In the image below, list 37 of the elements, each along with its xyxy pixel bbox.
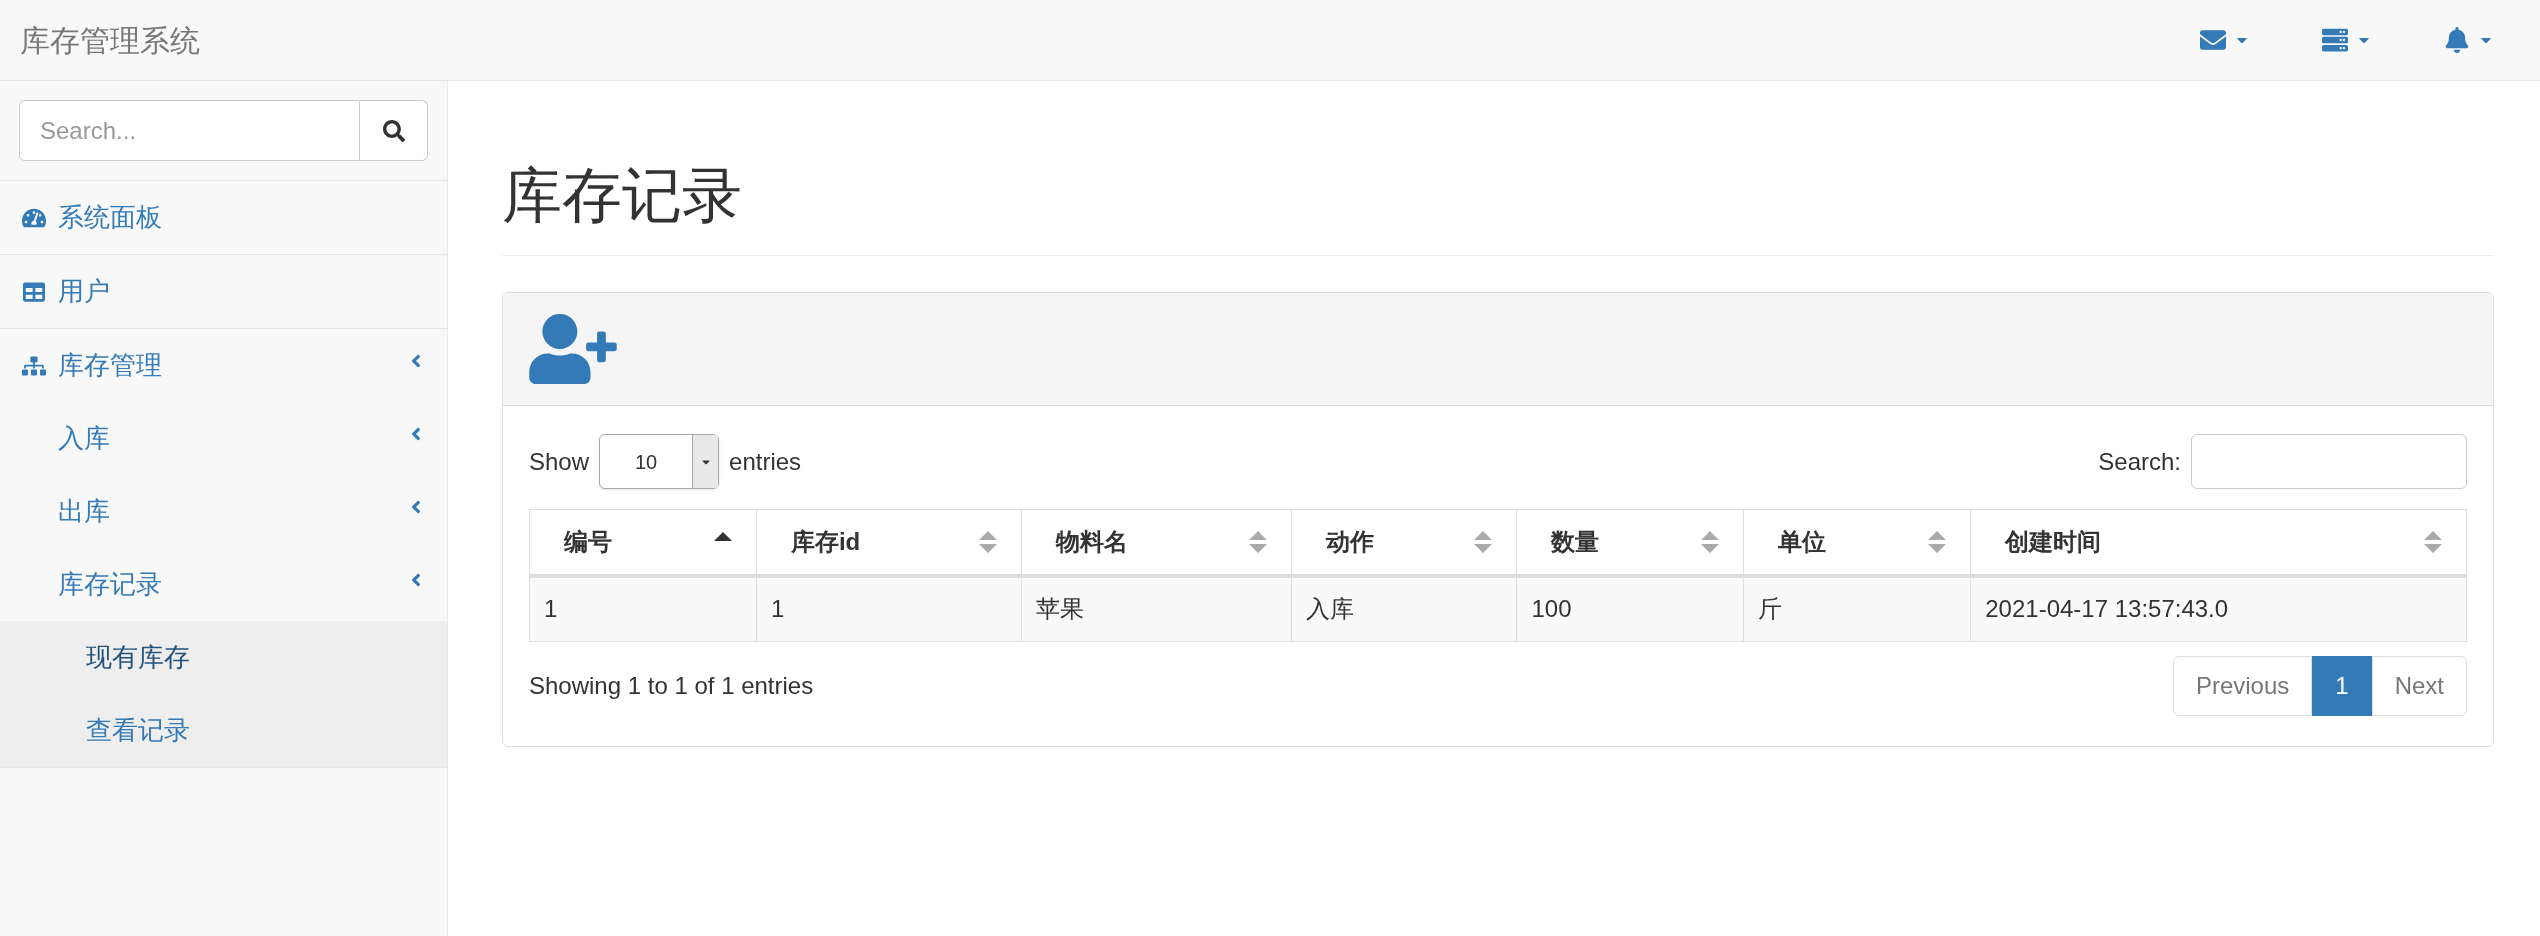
user-plus-icon <box>529 314 617 384</box>
add-user-button[interactable] <box>529 314 617 384</box>
table-cell: 2021-04-17 13:57:43.0 <box>1970 575 2467 642</box>
entries-label: entries <box>729 446 802 477</box>
search-button[interactable] <box>360 100 428 161</box>
table-cell: 1 <box>529 575 757 642</box>
search-label: Search: <box>2098 446 2181 477</box>
table-cell: 斤 <box>1743 575 1971 642</box>
sidebar-item[interactable]: 系统面板 <box>0 181 447 254</box>
sidebar-item[interactable]: 入库 <box>0 402 447 475</box>
bell-icon <box>2444 27 2470 53</box>
table-search-field[interactable] <box>2191 434 2467 489</box>
sidebar-item[interactable]: 查看记录 <box>0 694 447 767</box>
table-cell: 100 <box>1517 575 1744 642</box>
pagination-button[interactable]: 1 <box>2312 656 2372 716</box>
entries-select[interactable]: 10 <box>599 434 720 489</box>
envelope-icon <box>2200 27 2226 53</box>
pagination-button[interactable]: Next <box>2371 656 2467 716</box>
show-label: Show <box>529 446 590 477</box>
table-cell: 入库 <box>1291 575 1517 642</box>
table-cell: 1 <box>756 575 1022 642</box>
sidebar-item[interactable]: 库存管理 <box>0 329 447 402</box>
table-cell: 苹果 <box>1021 575 1292 642</box>
sidebar-item[interactable]: 用户 <box>0 255 447 328</box>
page-title: 库存记录 <box>502 151 2494 256</box>
sitemap-icon <box>22 354 46 377</box>
pagination-button[interactable]: Previous <box>2172 656 2313 716</box>
table-icon <box>22 280 46 303</box>
sidebar-item[interactable]: 现有库存 <box>0 621 447 694</box>
search-icon <box>382 119 405 142</box>
table-info: Showing 1 to 1 of 1 entries <box>529 671 814 701</box>
search-field[interactable]: Search... <box>19 100 360 161</box>
server-icon <box>2322 27 2348 53</box>
brand-title[interactable]: 库存管理系统 <box>20 17 2194 63</box>
sidebar-item[interactable]: 出库 <box>0 475 447 548</box>
sidebar-item[interactable]: 库存记录 <box>0 548 447 621</box>
gauge-icon <box>22 206 46 229</box>
